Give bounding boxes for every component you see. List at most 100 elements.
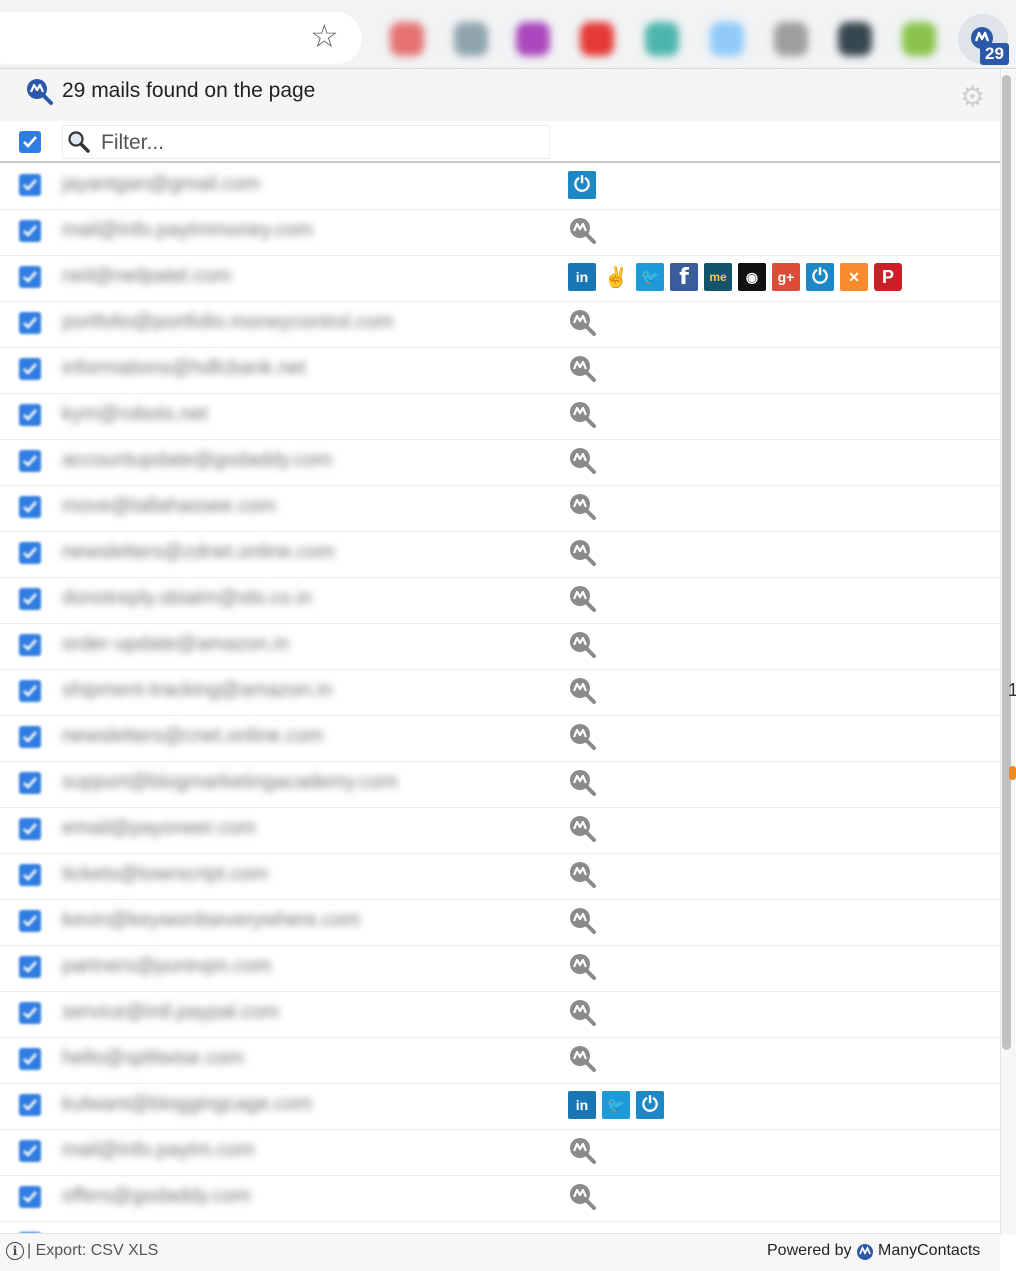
facebook-icon[interactable]: f [670, 263, 698, 291]
select-all-checkbox[interactable] [19, 131, 41, 153]
extension-icon[interactable] [710, 22, 744, 56]
pinterest-icon[interactable]: P [874, 263, 902, 291]
row-checkbox[interactable] [19, 680, 41, 702]
row-checkbox[interactable] [19, 1002, 41, 1024]
row-checkbox[interactable] [19, 174, 41, 196]
row-checkbox[interactable] [19, 358, 41, 380]
github-icon[interactable]: ◉ [738, 263, 766, 291]
social-profiles [568, 953, 598, 981]
row-checkbox[interactable] [19, 956, 41, 978]
manycontacts-search-icon[interactable] [568, 676, 598, 706]
scrollbar-thumb[interactable] [1002, 75, 1011, 1050]
googleplus-icon[interactable]: g+ [772, 263, 800, 291]
list-item: order-update@amazon.in [0, 623, 1000, 670]
export-xls-link[interactable]: XLS [128, 1242, 158, 1259]
row-checkbox[interactable] [19, 220, 41, 242]
social-profiles [568, 631, 598, 659]
row-checkbox[interactable] [19, 588, 41, 610]
manycontacts-search-icon[interactable] [568, 400, 598, 430]
manycontacts-search-icon[interactable] [568, 768, 598, 798]
row-checkbox[interactable] [19, 450, 41, 472]
manycontacts-search-icon[interactable] [568, 722, 598, 752]
extension-icon[interactable] [645, 22, 679, 56]
manycontacts-search-icon[interactable] [568, 1136, 598, 1166]
row-checkbox[interactable] [19, 542, 41, 564]
email-address: mail@info.paytmmoney.com [62, 219, 314, 241]
extension-icon[interactable] [580, 22, 614, 56]
check-icon [23, 225, 37, 237]
power-icon[interactable]: ⏻ [568, 171, 596, 199]
address-bar[interactable] [0, 12, 362, 64]
angellist-icon[interactable]: ✌ [602, 263, 630, 291]
linkedin-icon[interactable]: in [568, 1091, 596, 1119]
xing-icon[interactable]: ✕ [840, 263, 868, 291]
list-item: kulwant@bloggingcage.com in 🐦 ⏻ [0, 1083, 1000, 1130]
row-checkbox[interactable] [19, 910, 41, 932]
email-list: jayantgan@gmail.com ⏻ mail@info.paytmmoney… [0, 163, 1000, 1233]
manycontacts-search-icon[interactable] [568, 354, 598, 384]
social-profiles [568, 585, 598, 613]
manycontacts-search-icon[interactable] [568, 1044, 598, 1074]
manycontacts-search-icon[interactable] [568, 538, 598, 568]
list-item: neil@neilpatel.com in ✌ 🐦 f me ◉ g+ ⏻ ✕ P [0, 255, 1000, 302]
email-address: portfolio@portfolio.moneycontrol.com [62, 311, 394, 333]
email-address: informations@hdfcbank.net [62, 357, 306, 379]
row-checkbox[interactable] [19, 266, 41, 288]
aboutme-icon[interactable]: me [704, 263, 732, 291]
social-profiles [568, 493, 598, 521]
email-address: mail@info.paytm.com [62, 1139, 255, 1161]
social-profiles: ⏻ [568, 171, 596, 199]
social-profiles [568, 723, 598, 751]
social-profiles [568, 769, 598, 797]
row-checkbox[interactable] [19, 404, 41, 426]
manycontacts-search-icon[interactable] [568, 860, 598, 890]
manycontacts-search-icon[interactable] [568, 446, 598, 476]
extension-icon[interactable] [390, 22, 424, 56]
manycontacts-logo-icon [857, 1244, 873, 1260]
row-checkbox[interactable] [19, 496, 41, 518]
extension-icon[interactable] [902, 22, 936, 56]
twitter-icon[interactable]: 🐦 [636, 263, 664, 291]
social-profiles: in 🐦 ⏻ [568, 1091, 664, 1119]
extension-icon[interactable] [838, 22, 872, 56]
row-checkbox[interactable] [19, 1048, 41, 1070]
manycontacts-search-icon[interactable] [568, 952, 598, 982]
gear-icon[interactable]: ⚙ [960, 83, 985, 111]
star-icon[interactable]: ☆ [310, 18, 339, 54]
manycontacts-link[interactable]: ManyContacts [878, 1242, 980, 1260]
manycontacts-search-icon[interactable] [568, 998, 598, 1028]
extension-icon[interactable] [454, 22, 488, 56]
row-checkbox[interactable] [19, 312, 41, 334]
row-checkbox[interactable] [19, 1186, 41, 1208]
twitter-icon[interactable]: 🐦 [602, 1091, 630, 1119]
row-checkbox[interactable] [19, 1094, 41, 1116]
social-profiles [568, 1137, 598, 1165]
manycontacts-search-icon[interactable] [568, 216, 598, 246]
row-checkbox[interactable] [19, 818, 41, 840]
social-profiles [568, 1045, 598, 1073]
info-icon[interactable]: i [6, 1242, 24, 1260]
manycontacts-search-icon[interactable] [568, 1182, 598, 1212]
power-icon[interactable]: ⏻ [636, 1091, 664, 1119]
manycontacts-search-icon[interactable] [568, 492, 598, 522]
list-item: newsletters@zdnet.online.com [0, 531, 1000, 578]
manycontacts-search-icon[interactable] [568, 308, 598, 338]
manycontacts-search-icon[interactable] [568, 906, 598, 936]
extension-icon[interactable] [774, 22, 808, 56]
email-address: move@tallahassee.com [62, 495, 276, 517]
row-checkbox[interactable] [19, 726, 41, 748]
manycontacts-search-icon[interactable] [568, 814, 598, 844]
power-icon[interactable]: ⏻ [806, 263, 834, 291]
row-checkbox[interactable] [19, 772, 41, 794]
manycontacts-search-icon[interactable] [568, 584, 598, 614]
list-item: donotreply.sbiatm@sbi.co.in [0, 577, 1000, 624]
manycontacts-search-icon[interactable] [568, 630, 598, 660]
extension-icon[interactable] [516, 22, 550, 56]
linkedin-icon[interactable]: in [568, 263, 596, 291]
row-checkbox[interactable] [19, 634, 41, 656]
export-csv-link[interactable]: CSV [91, 1242, 124, 1259]
social-profiles [568, 861, 598, 889]
row-checkbox[interactable] [19, 864, 41, 886]
row-checkbox[interactable] [19, 1140, 41, 1162]
filter-input[interactable] [99, 128, 543, 158]
